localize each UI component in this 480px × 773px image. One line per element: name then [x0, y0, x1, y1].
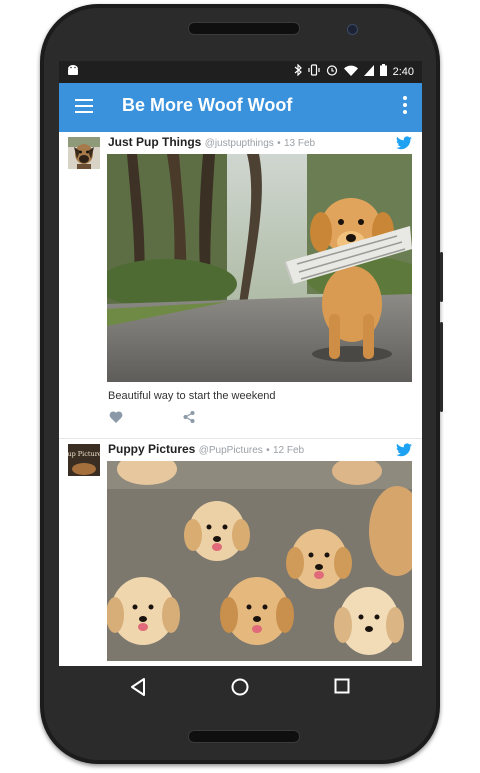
share-icon[interactable]	[183, 410, 197, 423]
android-icon	[67, 65, 79, 79]
tweet-date: 13 Feb	[283, 138, 316, 149]
twitter-bird-icon	[396, 136, 412, 150]
tweet-card[interactable]: Just Pup Things @justpupthings • 13 Feb	[59, 132, 422, 439]
author-name[interactable]: Puppy Pictures	[108, 442, 195, 456]
tweet-date: 12 Feb	[272, 445, 305, 456]
volume-button[interactable]	[440, 252, 443, 302]
avatar-text: Pup Pictures	[68, 450, 100, 458]
tweet-photo-puppies-group[interactable]	[107, 461, 412, 661]
top-speaker	[188, 22, 300, 35]
app-title: Be More Woof Woof	[122, 95, 293, 115]
wifi-icon	[343, 65, 358, 79]
bluetooth-icon	[294, 63, 302, 79]
tweet-header: Puppy Pictures @PupPictures • 12 Feb	[108, 442, 304, 456]
more-options-icon[interactable]	[401, 96, 409, 118]
alarm-icon	[326, 64, 338, 79]
vibrate-icon	[307, 64, 320, 79]
back-icon[interactable]	[130, 678, 146, 701]
avatar[interactable]	[68, 137, 100, 169]
power-button[interactable]	[440, 322, 443, 412]
tweet-feed[interactable]: Just Pup Things @justpupthings • 13 Feb	[59, 132, 422, 666]
android-nav-bar	[118, 673, 362, 703]
home-icon[interactable]	[231, 678, 249, 701]
author-name[interactable]: Just Pup Things	[108, 135, 201, 149]
tweet-photo-puppy-newspaper[interactable]	[107, 154, 412, 382]
heart-icon[interactable]	[109, 410, 123, 423]
status-time: 2:40	[392, 65, 414, 78]
recents-icon[interactable]	[334, 678, 350, 699]
separator: •	[277, 138, 281, 149]
tweet-header: Just Pup Things @justpupthings • 13 Feb	[108, 135, 315, 149]
author-handle[interactable]: @justpupthings	[205, 138, 274, 149]
menu-icon[interactable]	[75, 99, 93, 113]
separator: •	[266, 445, 270, 456]
tweet-text: Beautiful way to start the weekend	[108, 390, 276, 402]
front-camera	[347, 24, 358, 35]
status-bar: 2:40	[59, 61, 422, 83]
twitter-bird-icon	[396, 443, 412, 457]
bottom-speaker	[188, 730, 300, 743]
author-handle[interactable]: @PupPictures	[199, 445, 263, 456]
tweet-card[interactable]: Pup Pictures Puppy Pictures @PupPictures…	[59, 439, 422, 666]
app-bar: Be More Woof Woof	[59, 83, 422, 132]
avatar[interactable]: Pup Pictures	[68, 444, 100, 476]
signal-icon	[363, 64, 374, 79]
battery-icon	[379, 64, 387, 79]
screen: 2:40 Be More Woof Woof Just Pup Things @…	[59, 61, 422, 666]
